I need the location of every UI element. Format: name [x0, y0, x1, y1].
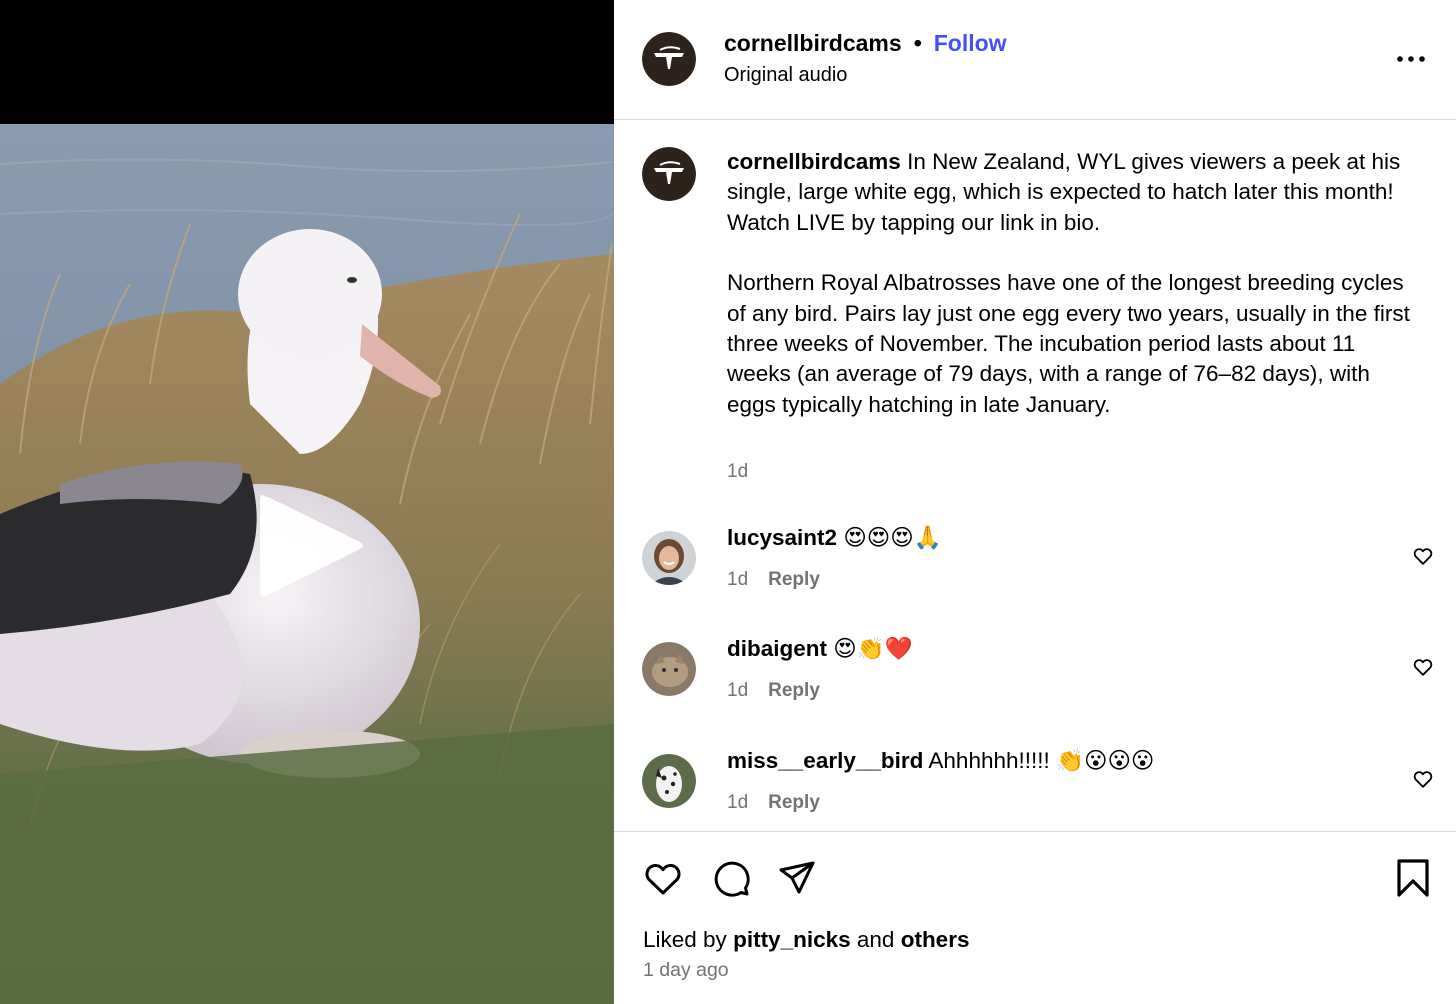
- post-details-panel: cornellbirdcams • Follow Original audio …: [614, 0, 1456, 1004]
- reply-button[interactable]: Reply: [768, 792, 820, 813]
- bookmark-icon[interactable]: [1391, 856, 1435, 900]
- audio-label[interactable]: Original audio: [724, 64, 847, 87]
- like-comment-heart-icon[interactable]: [1412, 545, 1434, 567]
- commenter-avatar[interactable]: [642, 642, 696, 696]
- like-comment-heart-icon[interactable]: [1412, 656, 1434, 678]
- comment-time: 1d: [727, 569, 749, 590]
- comment-username[interactable]: miss__early__bird: [727, 748, 923, 773]
- comment-meta: 1d Reply: [727, 569, 820, 591]
- more-options-icon[interactable]: [1394, 46, 1428, 72]
- comment-item: miss__early__bird Ahhhhhh!!!!! 👏😮😮😮 1d Re…: [614, 748, 1456, 831]
- cat-photo-icon: [642, 642, 696, 696]
- follow-button[interactable]: Follow: [934, 30, 1007, 57]
- comment-text: 😍😍😍🙏: [843, 525, 942, 550]
- likes-summary: Liked by pitty_nicks and others: [643, 927, 969, 953]
- reply-button[interactable]: Reply: [768, 680, 820, 701]
- like-comment-heart-icon[interactable]: [1412, 768, 1434, 790]
- post-footer: Liked by pitty_nicks and others 1 day ag…: [614, 831, 1456, 1004]
- post-video[interactable]: [0, 0, 614, 1004]
- comment-time: 1d: [727, 680, 749, 701]
- commenter-avatar[interactable]: [642, 754, 696, 808]
- reply-button[interactable]: Reply: [768, 569, 820, 590]
- commenter-avatar[interactable]: [642, 531, 696, 585]
- author-avatar[interactable]: [642, 32, 696, 86]
- comment-item: dibaigent 😍👏❤️ 1d Reply: [614, 636, 1456, 726]
- post-caption: cornellbirdcams In New Zealand, WYL give…: [727, 147, 1417, 420]
- comment-username[interactable]: dibaigent: [727, 636, 827, 661]
- cornell-logo-icon: [642, 32, 696, 86]
- comment-username[interactable]: lucysaint2: [727, 525, 837, 550]
- comment-item: lucysaint2 😍😍😍🙏 1d Reply: [614, 525, 1456, 615]
- liked-by-others[interactable]: others: [901, 927, 970, 952]
- author-username[interactable]: cornellbirdcams: [724, 30, 902, 57]
- post-timestamp: 1 day ago: [643, 959, 729, 981]
- comment-text-line: miss__early__bird Ahhhhhh!!!!! 👏😮😮😮: [727, 748, 1154, 774]
- comment-text-line: dibaigent 😍👏❤️: [727, 636, 913, 662]
- comment-icon[interactable]: [709, 856, 753, 900]
- cornell-logo-icon: [642, 147, 696, 201]
- liked-by-and: and: [856, 927, 895, 952]
- comment-time: 1d: [727, 792, 749, 813]
- comments-section[interactable]: cornellbirdcams In New Zealand, WYL give…: [614, 121, 1456, 831]
- caption-text-2: Northern Royal Albatrosses have one of t…: [727, 270, 1410, 417]
- comment-text-line: lucysaint2 😍😍😍🙏: [727, 525, 942, 551]
- dog-photo-icon: [642, 754, 696, 808]
- liked-by-prefix: Liked by: [643, 927, 727, 952]
- caption-author-avatar[interactable]: [642, 147, 696, 201]
- caption-timestamp: 1d: [727, 461, 749, 482]
- comment-text: 😍👏❤️: [833, 636, 913, 661]
- heart-icon[interactable]: [641, 856, 685, 900]
- user-photo-icon: [642, 531, 696, 585]
- comment-meta: 1d Reply: [727, 680, 820, 702]
- liked-by-user[interactable]: pitty_nicks: [733, 927, 851, 952]
- comment-meta: 1d Reply: [727, 792, 820, 814]
- comment-text: Ahhhhhh!!!!! 👏😮😮😮: [928, 748, 1155, 773]
- play-icon[interactable]: [250, 486, 370, 606]
- share-icon[interactable]: [775, 856, 819, 900]
- caption-author[interactable]: cornellbirdcams: [727, 149, 901, 174]
- post-header: cornellbirdcams • Follow Original audio: [614, 0, 1456, 120]
- author-row: cornellbirdcams • Follow: [724, 30, 1007, 57]
- separator-dot: •: [913, 30, 922, 56]
